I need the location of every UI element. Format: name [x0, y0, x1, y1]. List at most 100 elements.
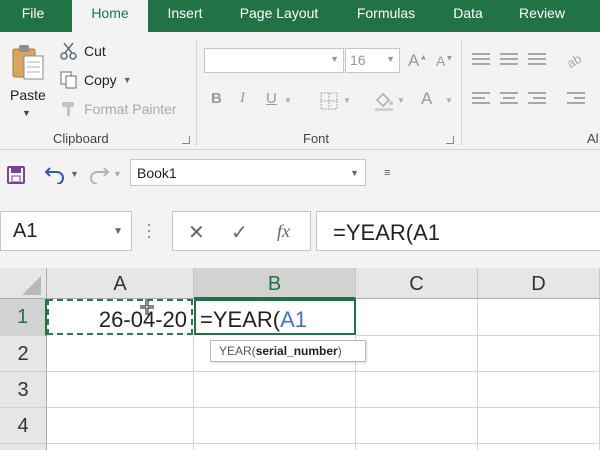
row-header-3[interactable]: 3 [0, 372, 47, 408]
tab-page-layout[interactable]: Page Layout [222, 0, 336, 32]
cut-button[interactable]: Cut [60, 40, 106, 62]
column-header-b[interactable]: B [194, 268, 356, 299]
row-header-4[interactable]: 4 [0, 408, 47, 444]
cell-c1[interactable] [356, 299, 478, 336]
grow-font-button[interactable]: A▲ [408, 51, 427, 71]
undo-icon[interactable] [44, 164, 66, 185]
font-color-dropdown-icon[interactable]: ▼ [445, 96, 453, 105]
font-group-label: Font [303, 131, 330, 146]
cell-c2[interactable] [356, 336, 478, 372]
group-divider [196, 40, 197, 146]
font-launcher-icon[interactable] [446, 136, 454, 144]
italic-button[interactable]: I [240, 90, 245, 107]
workbook-name-field[interactable]: Book1 ▼ [130, 159, 366, 186]
cell-d3[interactable] [478, 372, 600, 408]
select-all-button[interactable] [0, 268, 47, 299]
cell-c3[interactable] [356, 372, 478, 408]
cell-c5[interactable] [356, 444, 478, 450]
undo-dropdown-icon[interactable]: ▼ [70, 169, 79, 179]
tab-home[interactable]: Home [72, 0, 148, 33]
svg-text:ab: ab [567, 51, 584, 69]
align-top-icon[interactable] [472, 53, 490, 67]
borders-icon[interactable] [320, 92, 338, 110]
cell-d4[interactable] [478, 408, 600, 444]
quick-access-toolbar: ▼ ▼ Book1 ▼ ≡ [0, 150, 600, 198]
tooltip-argument: serial_number [255, 344, 338, 358]
align-right-icon[interactable] [528, 92, 546, 106]
name-box-value: A1 [13, 220, 38, 242]
cell-b5[interactable] [194, 444, 356, 450]
redo-dropdown-icon[interactable]: ▼ [113, 169, 122, 179]
tab-data[interactable]: Data [436, 0, 500, 32]
decrease-indent-icon[interactable] [567, 92, 585, 106]
fill-color-icon[interactable] [373, 90, 395, 112]
row-header-2[interactable]: 2 [0, 336, 47, 372]
format-painter-icon [60, 100, 78, 118]
scissors-icon [60, 42, 78, 60]
tooltip-function-name: YEAR( [219, 344, 256, 358]
tab-insert[interactable]: Insert [148, 0, 222, 32]
cancel-icon[interactable]: ✕ [188, 220, 205, 245]
column-header-a[interactable]: A [47, 268, 194, 299]
redo-icon[interactable] [88, 164, 110, 185]
workbook-name: Book1 [137, 165, 177, 181]
underline-dropdown-icon[interactable]: ▼ [284, 96, 292, 105]
align-center-icon[interactable] [500, 92, 518, 106]
bold-button[interactable]: B [211, 90, 222, 107]
formula-bar: A1 ▼ ✕ ✓ fx =YEAR(A1 [0, 198, 600, 268]
insert-function-icon[interactable]: fx [277, 221, 290, 242]
row-header-5[interactable] [0, 444, 47, 450]
cell-b1[interactable]: =YEAR(A1 [194, 299, 356, 335]
ribbon-tab-bar: File Home Insert Page Layout Formulas Da… [0, 0, 600, 33]
font-color-button[interactable]: A [421, 89, 432, 109]
format-painter-button[interactable]: Format Painter [60, 98, 177, 120]
tab-formulas[interactable]: Formulas [336, 0, 436, 32]
align-bottom-icon[interactable] [528, 53, 546, 67]
cell-d2[interactable] [478, 336, 600, 372]
cell-a2[interactable] [47, 336, 194, 372]
formula-bar-resize-handle[interactable] [147, 222, 151, 240]
fill-color-dropdown-icon[interactable]: ▼ [397, 96, 405, 105]
orientation-icon[interactable]: ab [564, 51, 589, 71]
paste-icon[interactable] [11, 43, 45, 81]
cell-c4[interactable] [356, 408, 478, 444]
cell-d1[interactable] [478, 299, 600, 336]
enter-icon[interactable]: ✓ [231, 220, 248, 245]
chevron-down-icon: ▼ [330, 54, 339, 64]
underline-button[interactable]: U [266, 90, 277, 107]
cut-label: Cut [84, 43, 106, 59]
paste-button[interactable]: Paste [10, 87, 46, 103]
shrink-font-button[interactable]: A▼ [436, 53, 453, 69]
row-header-1[interactable]: 1 [0, 299, 47, 336]
font-size-select[interactable]: 16 ▼ [345, 48, 400, 73]
column-header-d[interactable]: D [478, 268, 600, 299]
customize-toolbar-icon[interactable]: ≡ [384, 167, 390, 179]
font-name-select[interactable]: ▼ [204, 48, 344, 73]
paste-dropdown-icon[interactable]: ▼ [22, 108, 31, 118]
cell-a4[interactable] [47, 408, 194, 444]
cell-b4[interactable] [194, 408, 356, 444]
cell-a5[interactable] [47, 444, 194, 450]
cell-b1-formula-text: =YEAR( [200, 307, 281, 332]
tooltip-close-paren: ) [337, 344, 342, 358]
tab-file[interactable]: File [0, 0, 66, 32]
group-divider [461, 40, 462, 146]
align-middle-icon[interactable] [500, 53, 518, 67]
save-icon[interactable] [6, 165, 26, 185]
column-header-c[interactable]: C [356, 268, 478, 299]
cell-b3[interactable] [194, 372, 356, 408]
align-left-icon[interactable] [472, 92, 490, 106]
clipboard-launcher-icon[interactable] [182, 136, 190, 144]
tab-review[interactable]: Review [500, 0, 584, 32]
cell-d5[interactable] [478, 444, 600, 450]
formula-input[interactable]: =YEAR(A1 [316, 211, 600, 251]
ribbon: Paste ▼ Cut Copy ▼ Format Painter Clipbo… [0, 32, 600, 150]
copy-dropdown-icon[interactable]: ▼ [123, 75, 132, 85]
borders-dropdown-icon[interactable]: ▼ [343, 96, 351, 105]
name-box[interactable]: A1 ▼ [0, 211, 132, 251]
copy-button[interactable]: Copy ▼ [60, 69, 132, 91]
function-tooltip[interactable]: YEAR(serial_number) [210, 340, 366, 362]
cell-a3[interactable] [47, 372, 194, 408]
chevron-down-icon: ▼ [350, 168, 359, 178]
cell-a1[interactable]: 26-04-20 [47, 299, 193, 335]
